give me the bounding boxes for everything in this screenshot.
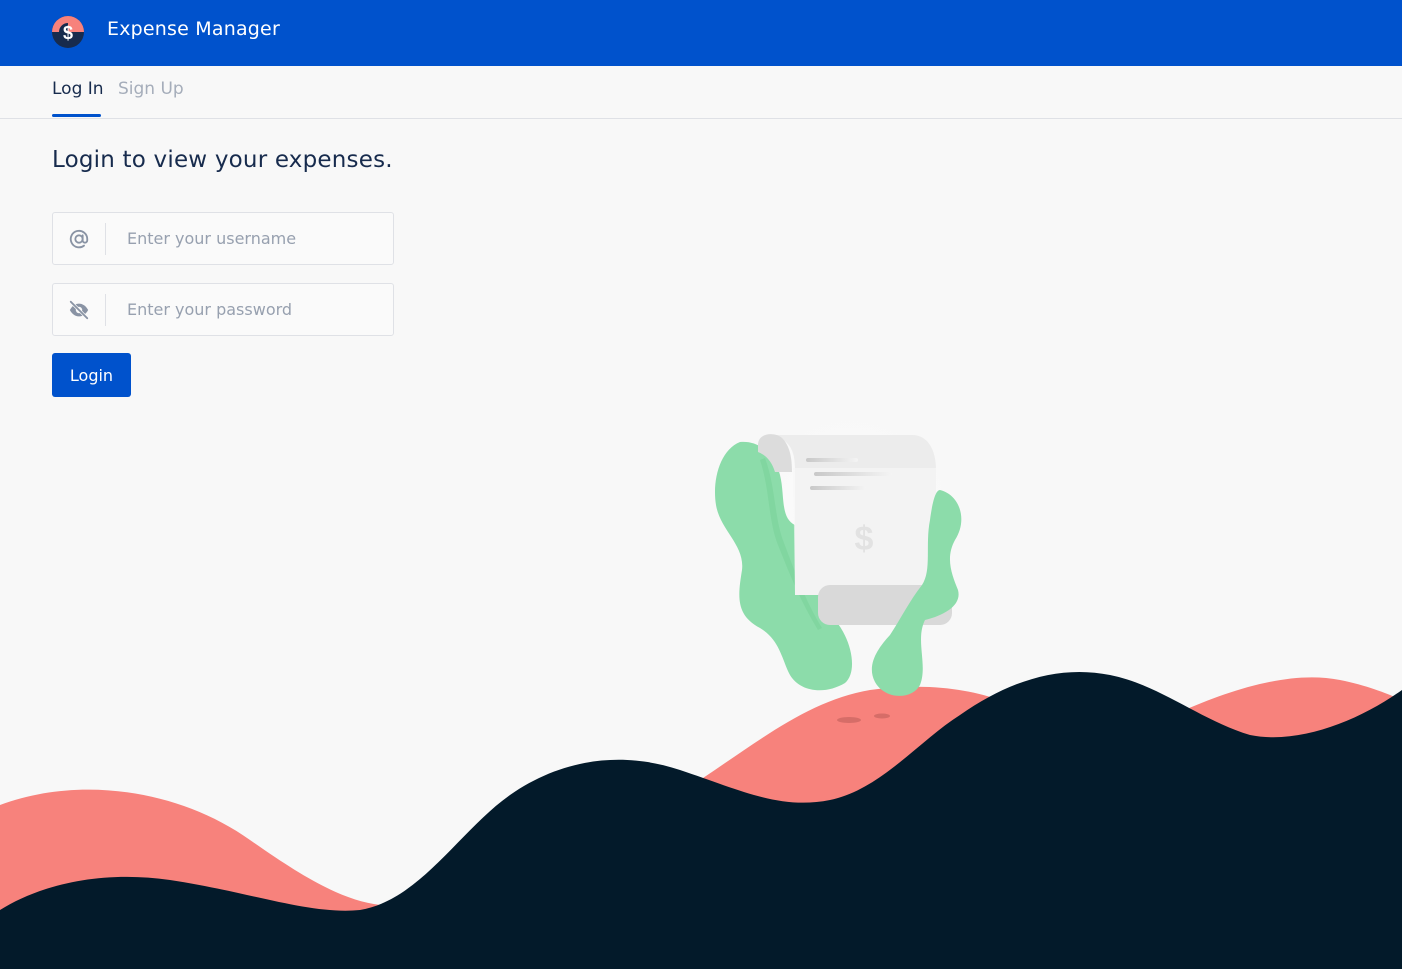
- tab-log-in[interactable]: Log In: [52, 79, 104, 99]
- username-field: [52, 212, 394, 265]
- login-button[interactable]: Login: [52, 353, 131, 397]
- eye-slash-icon[interactable]: [53, 284, 105, 335]
- plant-right: [871, 490, 962, 696]
- auth-tabs: Log In Sign Up: [0, 66, 1402, 119]
- app-title: Expense Manager: [107, 18, 280, 40]
- coral-hill-left: [0, 789, 380, 969]
- password-field: [52, 283, 394, 336]
- svg-text:$: $: [63, 23, 73, 43]
- svg-text:$: $: [855, 520, 874, 558]
- field-divider: [105, 294, 106, 326]
- at-sign-icon: [53, 213, 105, 264]
- tab-sign-up[interactable]: Sign Up: [118, 79, 184, 99]
- coral-hill-right: [1180, 677, 1402, 800]
- active-tab-indicator: [52, 114, 101, 117]
- dark-wave: [0, 671, 1402, 969]
- app-header: $ Expense Manager: [0, 0, 1402, 66]
- plant-left: [715, 441, 853, 691]
- username-input[interactable]: [127, 213, 387, 264]
- background-illustration: $: [0, 385, 1402, 969]
- page-title: Login to view your expenses.: [52, 147, 393, 173]
- dollar-coin-icon: $: [52, 16, 84, 48]
- receipt-paper: [765, 435, 936, 595]
- coral-hill-center: [700, 686, 1000, 860]
- receipt-roll: [818, 585, 952, 625]
- password-input[interactable]: [127, 284, 387, 335]
- field-divider: [105, 223, 106, 255]
